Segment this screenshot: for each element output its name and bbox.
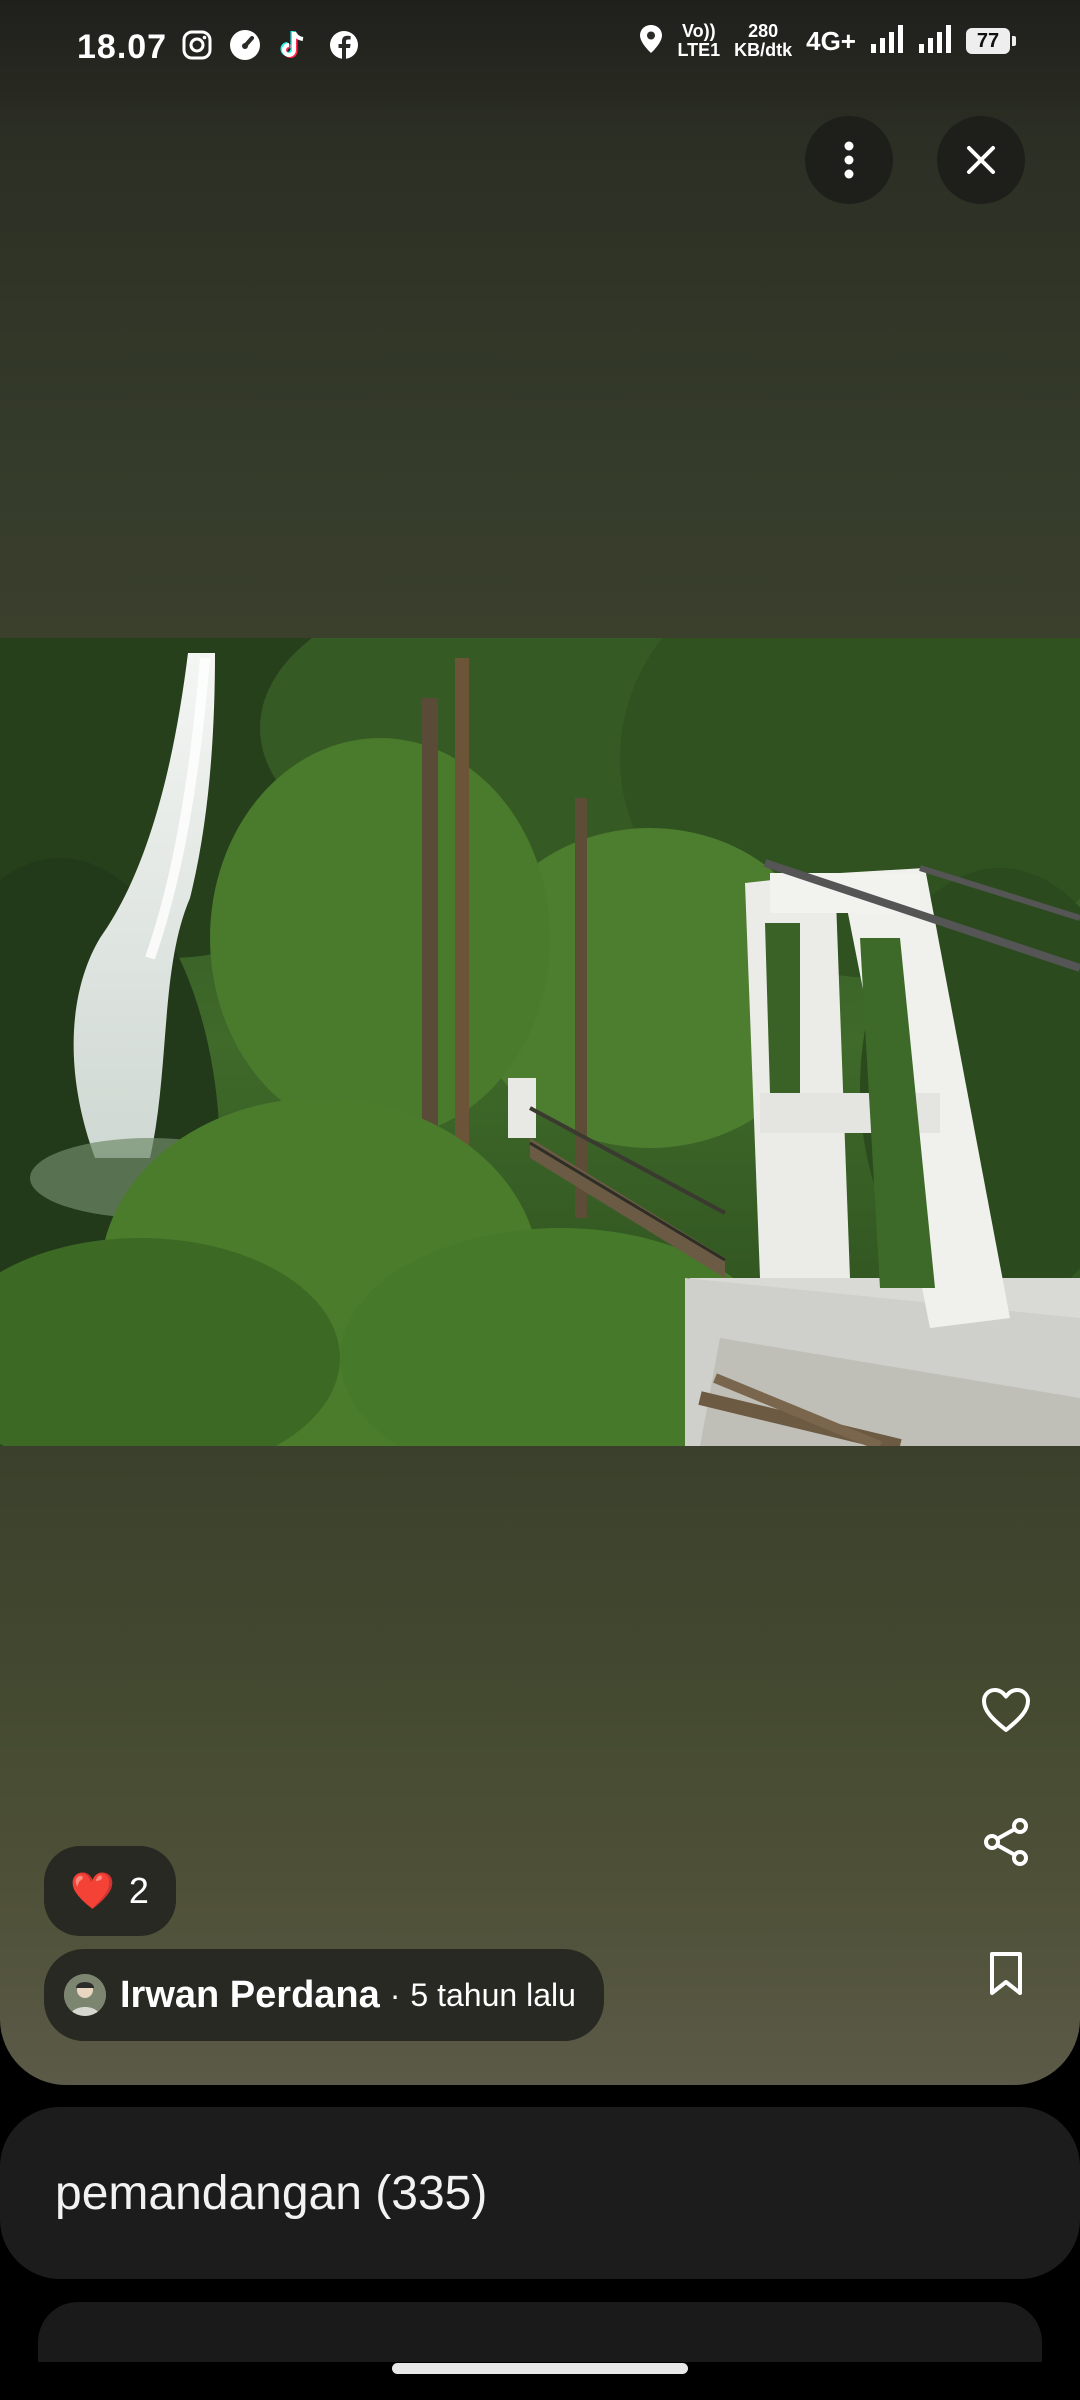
photo-image xyxy=(0,638,1080,1446)
separator-dot: · xyxy=(389,1976,401,2013)
speed-value: 280 xyxy=(748,21,779,41)
speedometer-icon xyxy=(228,28,262,62)
signal-icon-2 xyxy=(918,24,952,59)
home-indicator[interactable] xyxy=(392,2363,688,2374)
network-type: 4G+ xyxy=(806,25,856,56)
waterfall-bridge-photo[interactable] xyxy=(0,638,1080,1446)
photo-viewer: 18.07 Vo)) LTE1 280 KB/dtk 4G+ 77 ❤️ 2 I… xyxy=(0,0,1080,2085)
location-icon xyxy=(639,24,663,59)
like-button[interactable] xyxy=(966,1670,1046,1750)
network-speed: 280 KB/dtk xyxy=(734,22,792,60)
facebook-icon xyxy=(327,28,361,62)
bookmark-icon xyxy=(990,1952,1022,1995)
author-info[interactable]: Irwan Perdana · 5 tahun lalu xyxy=(44,1949,604,2041)
instagram-icon xyxy=(180,28,214,62)
author-name: Irwan Perdana xyxy=(120,1973,380,2016)
heart-emoji-icon: ❤️ xyxy=(70,1870,115,1911)
more-options-button[interactable] xyxy=(805,116,893,204)
volte-indicator: Vo)) LTE1 xyxy=(677,22,720,60)
signal-icon xyxy=(870,24,904,59)
heart-outline-icon xyxy=(982,1688,1030,1732)
volte-label-top: Vo)) xyxy=(681,21,716,41)
next-card-peek xyxy=(38,2302,1042,2362)
reaction-count-value: 2 xyxy=(128,1870,149,1911)
save-button[interactable] xyxy=(966,1934,1046,2014)
speed-unit: KB/dtk xyxy=(734,40,793,60)
avatar xyxy=(64,1974,106,2016)
more-vert-icon xyxy=(844,141,854,179)
album-card[interactable]: pemandangan (335) xyxy=(0,2107,1080,2279)
status-bar: 18.07 Vo)) LTE1 280 KB/dtk 4G+ 77 xyxy=(0,0,1080,96)
status-right-cluster: Vo)) LTE1 280 KB/dtk 4G+ 77 xyxy=(639,22,1016,60)
share-icon xyxy=(984,1818,1028,1866)
reaction-count[interactable]: ❤️ 2 xyxy=(44,1846,176,1936)
volte-label-bottom: LTE1 xyxy=(677,40,721,60)
post-age: 5 tahun lalu xyxy=(410,1976,576,2013)
status-time: 18.07 xyxy=(77,28,168,66)
battery-indicator: 77 xyxy=(966,28,1016,54)
close-icon xyxy=(967,146,995,174)
share-button[interactable] xyxy=(966,1802,1046,1882)
album-label: pemandangan (335) xyxy=(55,2166,488,2220)
close-button[interactable] xyxy=(937,116,1025,204)
tiktok-icon xyxy=(278,28,312,62)
